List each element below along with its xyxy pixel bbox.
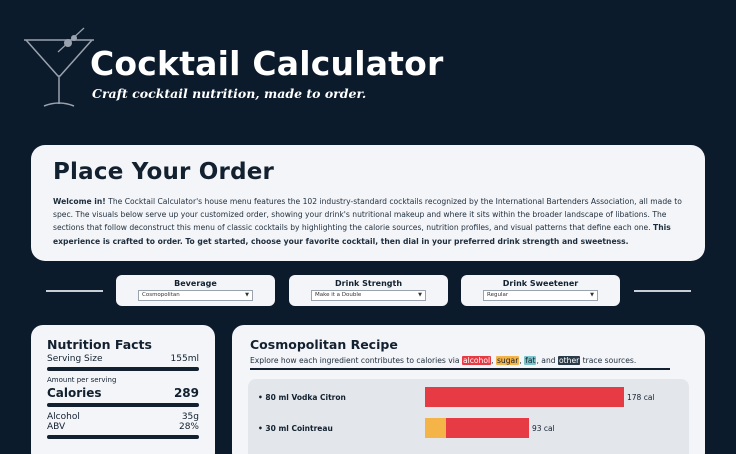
app-subtitle: Craft cocktail nutrition, made to order.	[92, 86, 367, 101]
other-tag: other	[558, 356, 581, 365]
abv-label: ABV	[47, 422, 66, 432]
and-text: and	[541, 356, 556, 365]
strength-value: Make it a Double	[315, 292, 362, 298]
bar-value-label: 178 cal	[627, 393, 655, 402]
calories-value: 289	[173, 386, 199, 400]
nutrition-title: Nutrition Facts	[47, 337, 152, 352]
sweetener-label: Drink Sweetener	[502, 279, 579, 288]
recipe-card: Cosmopolitan Recipe Explore how each ing…	[232, 325, 705, 454]
drink-strength-filter: Drink Strength Make it a Double ▼	[289, 275, 448, 306]
recipe-divider	[250, 368, 670, 370]
order-intro: Welcome in! The Cocktail Calculator's ho…	[53, 195, 683, 248]
recipe-title: Cosmopolitan Recipe	[250, 337, 398, 352]
divider-thick	[47, 403, 199, 407]
strength-select[interactable]: Make it a Double ▼	[311, 290, 426, 301]
calories-label: Calories	[47, 386, 102, 400]
divider-thick	[47, 435, 199, 439]
strength-label: Drink Strength	[334, 279, 403, 288]
beverage-value: Cosmopolitan	[142, 292, 180, 298]
desc-prefix: Explore how each ingredient contributes …	[250, 356, 462, 365]
bar-value-label: 93 cal	[531, 424, 555, 433]
alcohol-tag: alcohol	[461, 356, 492, 365]
beverage-filter: Beverage Cosmopolitan ▼	[116, 275, 275, 306]
serving-label: Serving Size	[47, 354, 103, 364]
intro-bold: Welcome in!	[53, 197, 106, 206]
app-title: Cocktail Calculator	[90, 44, 444, 83]
sweetener-value: Regular	[487, 292, 509, 298]
ingredient-label: • 80 ml Vodka Citron	[258, 393, 346, 402]
caret-down-icon: ▼	[418, 292, 422, 298]
abv-value: 28%	[178, 422, 199, 432]
martini-glass-icon	[24, 27, 94, 107]
bar-sugar	[425, 418, 447, 438]
divider-right	[634, 290, 691, 292]
alcohol-value: 35g	[181, 412, 199, 422]
beverage-select[interactable]: Cosmopolitan ▼	[138, 290, 253, 301]
serving-row: Serving Size 155ml	[47, 354, 199, 364]
fat-tag: fat	[524, 356, 537, 365]
divider-thick	[47, 367, 199, 371]
intro-text: The Cocktail Calculator's house menu fea…	[53, 197, 682, 233]
recipe-description: Explore how each ingredient contributes …	[250, 356, 637, 365]
calories-row: Calories 289	[47, 386, 199, 400]
serving-value: 155ml	[170, 354, 199, 364]
recipe-chart: • 80 ml Vodka Citron 178 cal • 30 ml Coint…	[248, 379, 689, 454]
amount-label: Amount per serving	[47, 376, 117, 384]
place-order-card: Place Your Order Welcome in! The Cocktai…	[31, 145, 705, 261]
alcohol-row: Alcohol 35g	[47, 412, 199, 422]
bar-alcohol	[446, 418, 529, 438]
ingredient-label: • 30 ml Cointreau	[258, 424, 333, 433]
caret-down-icon: ▼	[590, 292, 594, 298]
sugar-tag: sugar	[495, 356, 520, 365]
nutrition-facts-card: Nutrition Facts Serving Size 155ml Amoun…	[31, 325, 215, 454]
sweetener-select[interactable]: Regular ▼	[483, 290, 598, 301]
alcohol-label: Alcohol	[47, 412, 80, 422]
order-title: Place Your Order	[53, 159, 275, 185]
desc-suffix: trace sources.	[580, 356, 637, 365]
divider-left	[46, 290, 103, 292]
abv-row: ABV 28%	[47, 422, 199, 432]
beverage-label: Beverage	[174, 279, 217, 288]
bar-alcohol	[425, 387, 624, 407]
caret-down-icon: ▼	[245, 292, 249, 298]
header: Cocktail Calculator Craft cocktail nutri…	[0, 0, 736, 130]
drink-sweetener-filter: Drink Sweetener Regular ▼	[461, 275, 620, 306]
